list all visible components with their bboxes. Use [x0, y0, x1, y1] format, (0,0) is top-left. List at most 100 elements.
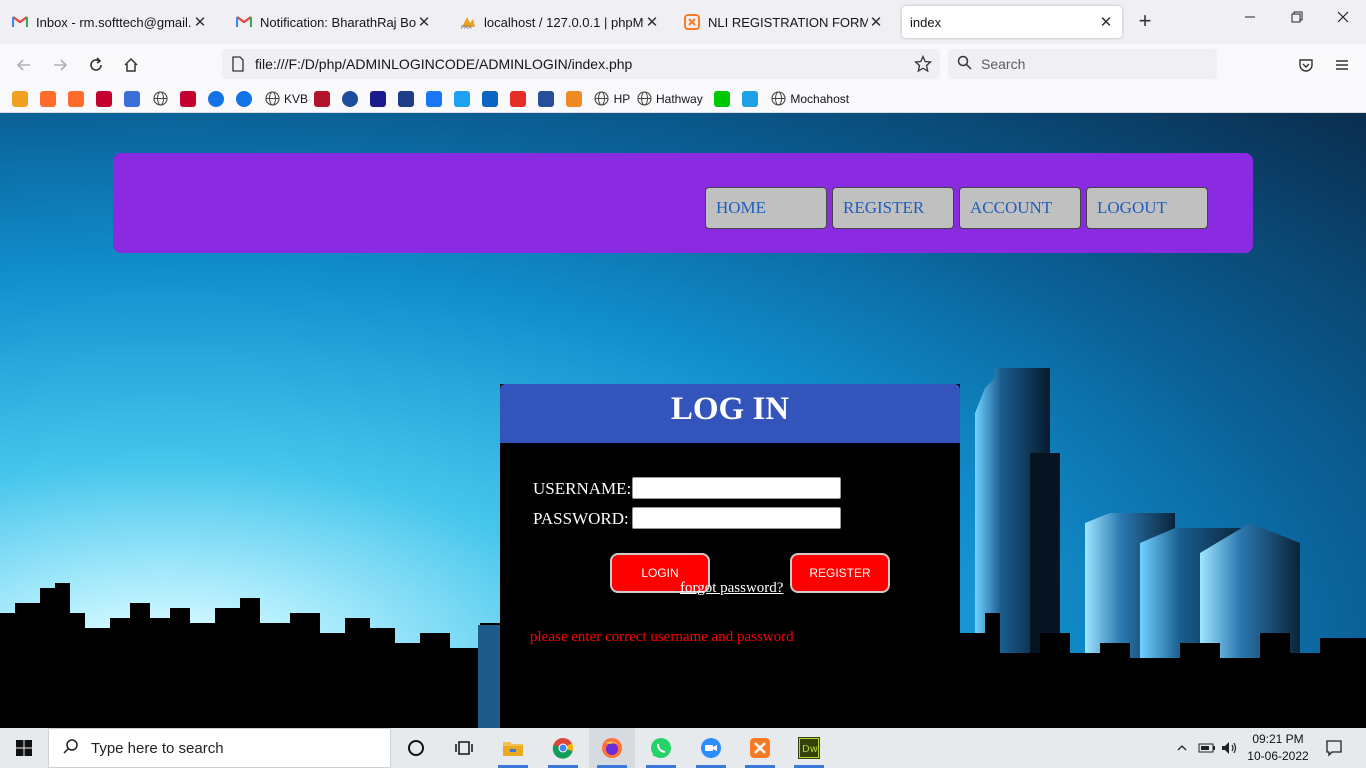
windows-start-icon[interactable] [0, 728, 48, 768]
svg-text:PMA: PMA [461, 25, 472, 29]
battery-icon[interactable] [1197, 728, 1217, 768]
bookmark-star-icon[interactable] [913, 54, 933, 76]
clock-time: 09:21 PM [1252, 732, 1304, 746]
bookmark-item[interactable] [509, 90, 526, 107]
bookmark-item[interactable] [369, 90, 386, 107]
angular-a-icon [180, 90, 196, 107]
password-label: PASSWORD: [533, 509, 629, 528]
whatsapp-icon[interactable] [638, 728, 684, 768]
taskbar-search-placeholder: Type here to search [91, 739, 224, 757]
menu-button-register[interactable]: REGISTER [832, 187, 954, 229]
restore-icon[interactable] [1285, 10, 1309, 28]
bookmark-item[interactable] [152, 90, 168, 107]
username-field[interactable] [632, 477, 841, 499]
browser-toolbar: file:///F:/D/php/ADMINLOGINCODE/ADMINLOG… [0, 44, 1366, 84]
hamburger-menu-icon[interactable] [1331, 54, 1353, 76]
task-view-icon[interactable] [441, 728, 487, 768]
menu-button-home[interactable]: HOME [705, 187, 827, 229]
username-label: USERNAME: [533, 479, 632, 498]
tab-nli-registration[interactable]: NLI REGISTRATION FORM ✕ [676, 6, 892, 38]
xampp-icon[interactable] [737, 728, 783, 768]
chrome-icon[interactable] [540, 728, 586, 768]
notification-center-icon[interactable] [1320, 728, 1348, 768]
pocket-icon[interactable] [1295, 54, 1317, 76]
tab-gmail-inbox[interactable]: Inbox - rm.softtech@gmail.com ✕ [4, 6, 216, 38]
globe-icon [264, 91, 280, 107]
menu-button-account[interactable]: ACCOUNT [959, 187, 1081, 229]
bookmark-label: KVB [284, 91, 309, 106]
search-input[interactable]: Search [948, 49, 1217, 79]
bookmark-item[interactable] [425, 90, 442, 107]
bookmark-item[interactable] [313, 90, 330, 107]
bookmark-item[interactable] [180, 90, 196, 107]
bookmark-item[interactable] [341, 90, 358, 107]
forward-arrow-icon[interactable] [49, 54, 71, 76]
bookmark-item[interactable] [565, 90, 582, 107]
bookmark-item[interactable]: Hathway [636, 90, 703, 107]
phpmyadmin-icon: PMA [460, 14, 476, 30]
reload-icon[interactable] [85, 54, 107, 76]
blue-circle-icon [208, 90, 224, 107]
taskbar-clock[interactable]: 09:21 PM 10-06-2022 [1243, 731, 1313, 765]
menu-button-logout[interactable]: LOGOUT [1086, 187, 1208, 229]
dreamweaver-icon[interactable]: Dw [786, 728, 832, 768]
zoom-icon[interactable] [688, 728, 734, 768]
close-icon[interactable]: ✕ [868, 13, 884, 31]
url-bar[interactable]: file:///F:/D/php/ADMINLOGINCODE/ADMINLOG… [222, 49, 940, 79]
minimize-icon[interactable] [1238, 10, 1262, 28]
b-icon [369, 90, 386, 107]
bookmark-item[interactable]: Mochahost [770, 90, 849, 107]
bookmark-item[interactable] [12, 90, 28, 107]
forgot-password-link[interactable]: forgot password? [680, 580, 783, 597]
bookmark-item[interactable] [124, 90, 140, 107]
url-text: file:///F:/D/php/ADMINLOGINCODE/ADMINLOG… [255, 56, 633, 72]
clock-date: 10-06-2022 [1247, 749, 1309, 763]
bookmark-item[interactable] [742, 90, 759, 107]
bookmark-item[interactable] [537, 90, 554, 107]
volume-icon[interactable] [1220, 728, 1240, 768]
gmail-icon [12, 14, 28, 30]
firefox-icon[interactable] [589, 728, 635, 768]
bookmark-item[interactable] [208, 90, 224, 107]
register-button[interactable]: REGISTER [790, 553, 890, 593]
globe-icon [636, 91, 652, 107]
close-icon[interactable]: ✕ [192, 13, 208, 31]
bookmark-item[interactable]: HP [594, 90, 631, 107]
back-arrow-icon[interactable] [13, 54, 35, 76]
tab-phpmyadmin[interactable]: PMA localhost / 127.0.0.1 | phpMyAdmin ✕ [452, 6, 668, 38]
close-icon[interactable]: ✕ [644, 13, 660, 31]
cortana-icon[interactable] [393, 728, 439, 768]
tab-index[interactable]: index ✕ [902, 6, 1122, 38]
tab-title: Inbox - rm.softtech@gmail.com [36, 14, 192, 30]
tab-title: localhost / 127.0.0.1 | phpMyAdmin [484, 14, 644, 30]
bookmark-label: Hathway [656, 91, 703, 106]
new-tab-button[interactable]: + [1134, 9, 1156, 33]
bookmarks-toolbar: KVB HP Hathway Mochahost [0, 84, 1366, 113]
taskbar-search-input[interactable]: Type here to search [48, 728, 391, 768]
windows-taskbar: Type here to search Dw 09:21 PM 10-06-20… [0, 728, 1366, 768]
password-field[interactable] [632, 507, 841, 529]
bookmark-item[interactable] [453, 90, 470, 107]
bookmark-label: HP [613, 91, 631, 106]
tab-gmail-notification[interactable]: Notification: BharathRaj Bothamala ✕ [228, 6, 440, 38]
bookmark-item[interactable] [481, 90, 498, 107]
header-panel: HOME REGISTER ACCOUNT LOGOUT [113, 153, 1253, 253]
blue-circle-icon [236, 90, 252, 107]
bookmark-item[interactable] [96, 90, 112, 107]
window-close-icon[interactable] [1331, 10, 1355, 28]
bookmark-item[interactable] [68, 90, 84, 107]
home-icon[interactable] [120, 54, 142, 76]
file-explorer-icon[interactable] [490, 728, 536, 768]
bookmark-item[interactable] [236, 90, 252, 107]
close-icon[interactable]: ✕ [416, 13, 432, 31]
chevron-up-icon[interactable] [1172, 728, 1192, 768]
bookmark-item[interactable] [40, 90, 56, 107]
globe-icon [770, 91, 786, 107]
bookmark-item[interactable] [397, 90, 414, 107]
error-message: please enter correct username and passwo… [530, 629, 794, 645]
gmail-icon [236, 14, 252, 30]
cpanel-icon [68, 90, 84, 107]
bookmark-item[interactable] [714, 90, 731, 107]
close-icon[interactable]: ✕ [1098, 13, 1114, 31]
bookmark-item[interactable]: KVB [264, 90, 308, 107]
